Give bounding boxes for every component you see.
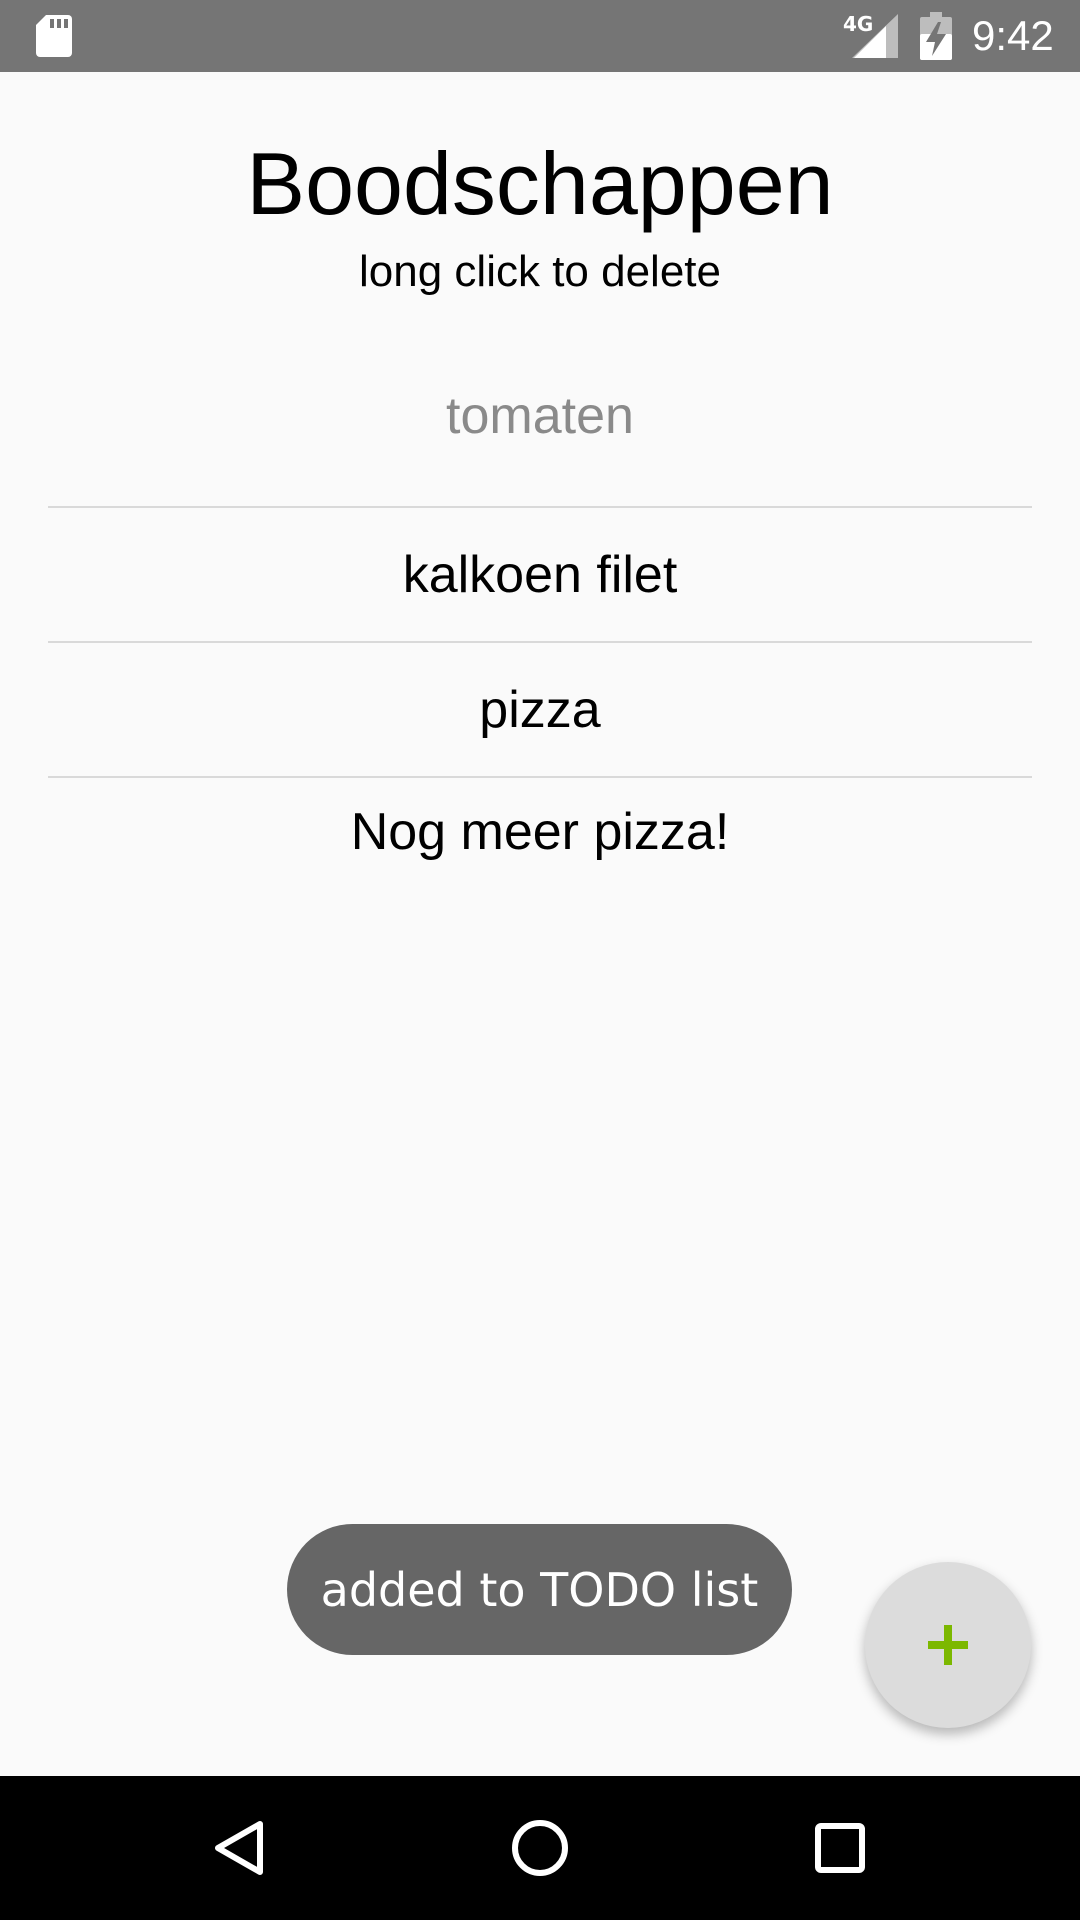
recents-button[interactable] <box>790 1798 890 1898</box>
signal-icon <box>852 14 898 58</box>
clock: 9:42 <box>972 12 1054 59</box>
todo-list: tomaten kalkoen filet pizza Nog meer piz… <box>48 372 1032 913</box>
list-item-kalkoen-filet[interactable]: kalkoen filet <box>48 508 1032 643</box>
back-button[interactable] <box>190 1798 290 1898</box>
app-content: Boodschappen long click to delete tomate… <box>0 72 1080 1776</box>
toast-message: added to TODO list <box>287 1524 792 1655</box>
list-item-nog-meer-pizza[interactable]: Nog meer pizza! <box>48 778 1032 913</box>
home-button[interactable] <box>490 1798 590 1898</box>
add-item-button[interactable] <box>865 1562 1031 1728</box>
page-title: Boodschappen <box>246 134 834 233</box>
page-subtitle: long click to delete <box>359 247 721 296</box>
home-icon <box>512 1820 568 1876</box>
back-icon <box>215 1821 263 1875</box>
status-bar: 4G 9:42 <box>0 0 1080 72</box>
battery-charging-icon <box>920 12 952 60</box>
sd-card-icon <box>36 15 72 57</box>
plus-icon <box>928 1625 968 1665</box>
list-item-tomaten[interactable]: tomaten <box>48 372 1032 508</box>
list-item-pizza[interactable]: pizza <box>48 643 1032 778</box>
navigation-bar <box>0 1776 1080 1920</box>
recents-icon <box>815 1823 865 1873</box>
